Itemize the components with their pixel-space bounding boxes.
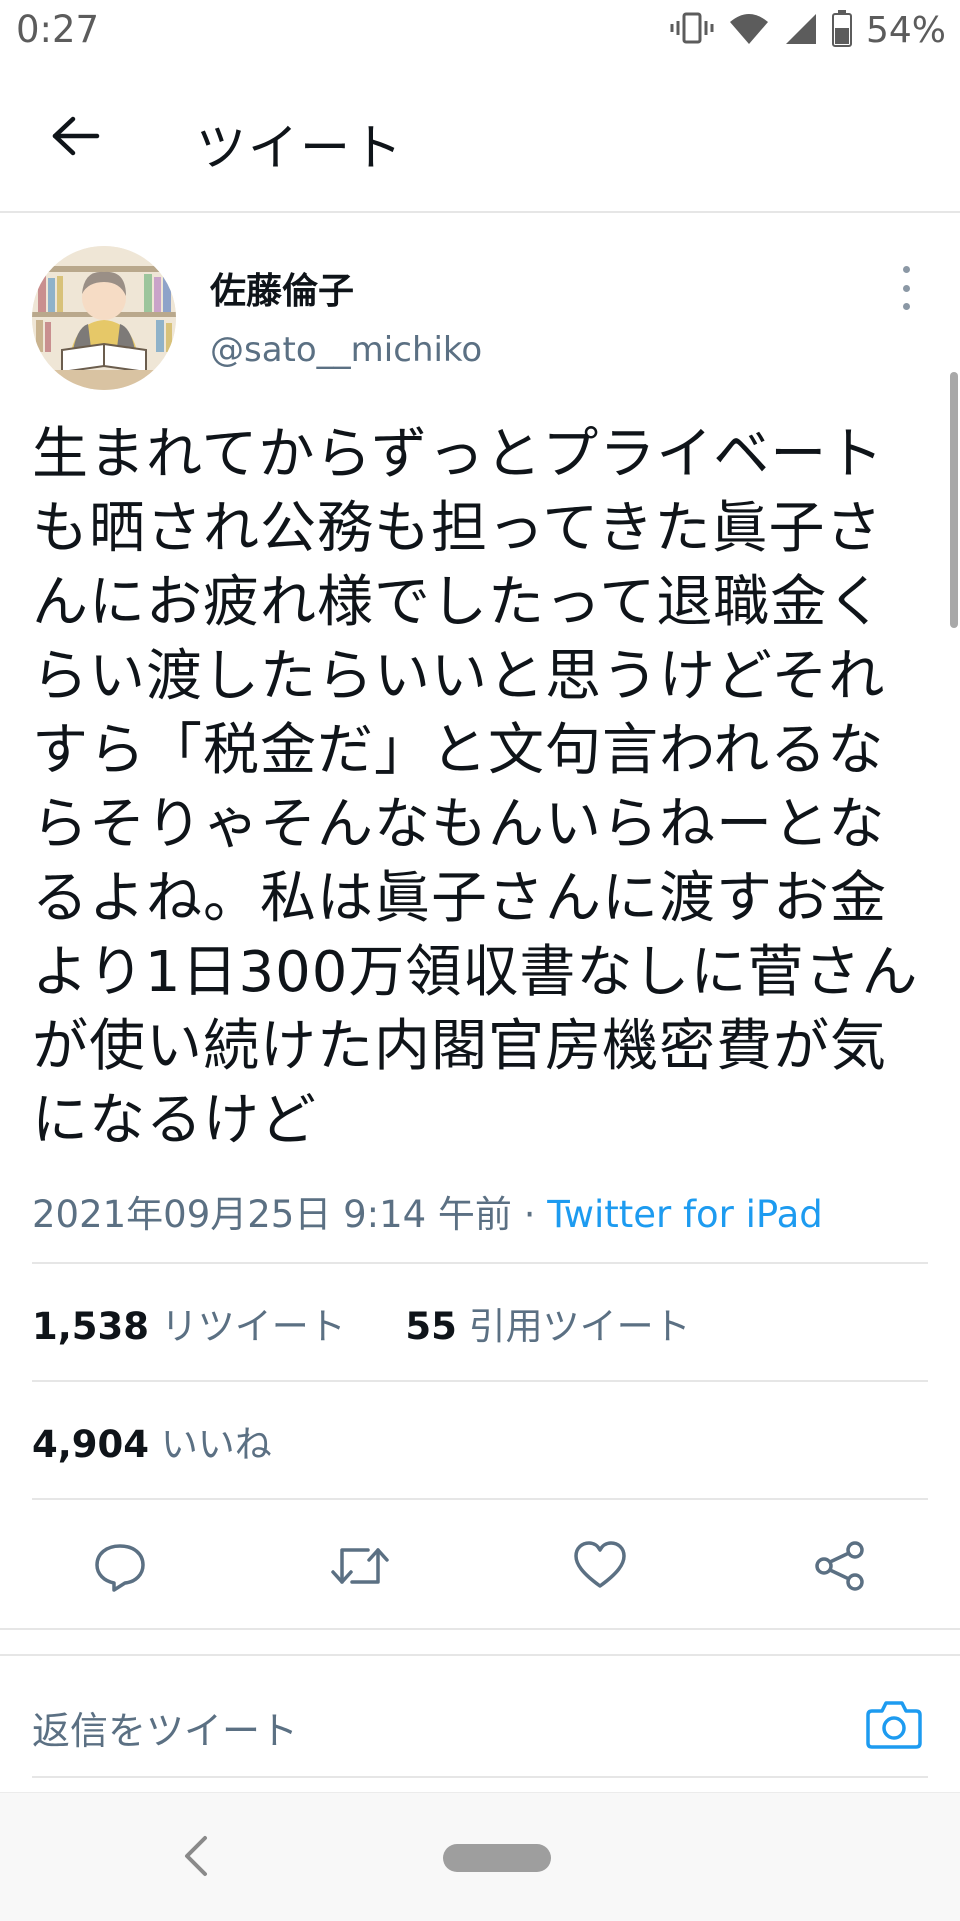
reply-icon <box>92 1538 148 1598</box>
scrollbar[interactable] <box>950 372 958 628</box>
chevron-left-icon <box>181 1834 211 1882</box>
quotes-link[interactable]: 55 引用ツイート <box>405 1305 690 1348</box>
more-dot-icon <box>902 266 910 273</box>
battery-percent: 54% <box>865 9 946 51</box>
more-options-button[interactable] <box>886 262 926 314</box>
likes-label: いいね <box>160 1423 272 1466</box>
like-icon <box>572 1538 628 1598</box>
divider <box>32 1498 928 1500</box>
back-button[interactable] <box>36 106 116 170</box>
tweet-source-link[interactable]: Twitter for iPad <box>547 1193 823 1236</box>
retweets-count: 1,538 <box>32 1305 150 1348</box>
arrow-left-icon <box>51 116 101 160</box>
page-title: ツイート <box>196 119 404 177</box>
likes-link[interactable]: 4,904 いいね <box>32 1414 272 1468</box>
author-handle[interactable]: @sato__michiko <box>210 330 482 370</box>
author-name[interactable]: 佐藤倫子 <box>210 262 354 314</box>
reply-placeholder[interactable]: 返信をツイート <box>32 1700 298 1755</box>
section-divider <box>0 1628 960 1656</box>
retweet-icon <box>328 1538 392 1598</box>
system-back-button[interactable] <box>168 1830 224 1886</box>
vibrate-icon <box>670 10 714 50</box>
system-home-pill[interactable] <box>443 1844 551 1872</box>
header-divider <box>0 211 960 213</box>
divider <box>32 1262 928 1264</box>
tweet-date: 2021年09月25日 9:14 午前 <box>32 1193 512 1236</box>
like-button[interactable] <box>564 1532 636 1604</box>
retweets-label: リツイート <box>160 1305 346 1348</box>
camera-button[interactable] <box>862 1694 926 1758</box>
retweets-link[interactable]: 1,538 リツイート <box>32 1305 358 1348</box>
reply-underline <box>32 1776 928 1778</box>
quotes-label: 引用ツイート <box>468 1305 691 1348</box>
tweet-meta: 2021年09月25日 9:14 午前 · Twitter for iPad <box>32 1184 823 1238</box>
meta-separator: · <box>523 1193 536 1236</box>
battery-icon <box>831 9 852 51</box>
retweet-stats: 1,538 リツイート 55 引用ツイート <box>32 1296 691 1350</box>
camera-icon <box>866 1699 922 1753</box>
share-icon <box>812 1538 868 1598</box>
share-button[interactable] <box>804 1532 876 1604</box>
avatar[interactable] <box>32 246 176 390</box>
wifi-icon <box>728 10 770 50</box>
more-dot-icon <box>902 303 910 310</box>
more-dot-icon <box>902 284 910 292</box>
tweet-text: 生まれてからずっとプライベートも晒され公務も担ってきた眞子さんにお疲れ様でしたっ… <box>32 422 919 1153</box>
quotes-count: 55 <box>405 1305 457 1348</box>
signal-icon <box>784 10 818 50</box>
likes-count: 4,904 <box>32 1423 150 1466</box>
status-time: 0:27 <box>16 8 100 51</box>
reply-button[interactable] <box>84 1532 156 1604</box>
status-icons: 54% <box>670 6 946 54</box>
divider <box>32 1380 928 1382</box>
retweet-button[interactable] <box>324 1532 396 1604</box>
